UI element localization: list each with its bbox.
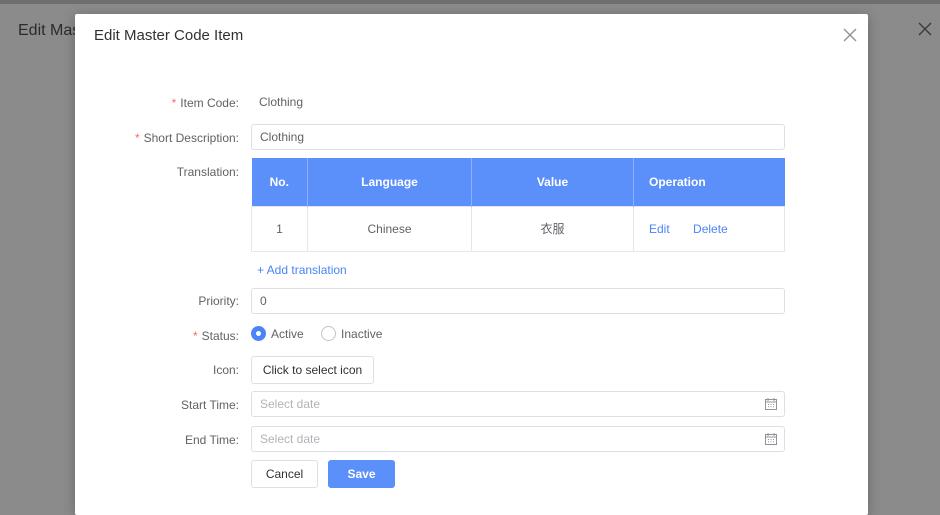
status-active-label: Active bbox=[271, 326, 304, 341]
cancel-button[interactable]: Cancel bbox=[251, 460, 318, 488]
column-header-operation: Operation bbox=[633, 158, 785, 206]
priority-label: Priority: bbox=[198, 294, 239, 308]
column-header-value: Value bbox=[471, 158, 634, 206]
short-description-label: * Short Description: bbox=[134, 131, 239, 145]
status-active-radio[interactable]: Active bbox=[251, 326, 304, 341]
select-icon-button[interactable]: Click to select icon bbox=[251, 356, 374, 384]
table-row: 1 Chinese 衣服 Edit Delete bbox=[251, 205, 785, 252]
status-inactive-radio[interactable]: Inactive bbox=[321, 326, 382, 341]
column-header-no: No. bbox=[251, 158, 308, 206]
required-marker: * bbox=[171, 96, 177, 110]
calendar-icon bbox=[765, 398, 777, 410]
close-icon[interactable] bbox=[840, 25, 860, 45]
dialog-title: Edit Master Code Item bbox=[94, 27, 244, 44]
required-marker: * bbox=[134, 131, 140, 145]
translation-label: Translation: bbox=[176, 165, 239, 179]
end-time-label: End Time: bbox=[184, 433, 239, 447]
item-code-value: Clothing bbox=[259, 95, 304, 109]
cell-language: Chinese bbox=[307, 205, 472, 252]
start-time-picker[interactable]: Select date bbox=[251, 391, 785, 417]
end-time-picker[interactable]: Select date bbox=[251, 426, 785, 452]
required-marker: * bbox=[192, 329, 198, 343]
calendar-icon bbox=[765, 433, 777, 445]
start-time-placeholder: Select date bbox=[260, 397, 321, 411]
cell-no: 1 bbox=[251, 205, 308, 252]
background-close-icon[interactable] bbox=[914, 18, 936, 40]
end-time-placeholder: Select date bbox=[260, 432, 321, 446]
icon-label: Icon: bbox=[212, 363, 239, 377]
save-button[interactable]: Save bbox=[328, 460, 395, 488]
radio-unchecked-icon bbox=[321, 326, 337, 341]
column-header-language: Language bbox=[307, 158, 472, 206]
edit-master-code-item-dialog: Edit Master Code Item * Item Code: Clothi… bbox=[75, 14, 868, 515]
status-radio-group: Active Inactive bbox=[251, 326, 396, 344]
item-code-label: * Item Code: bbox=[171, 96, 239, 110]
edit-translation-link[interactable]: Edit bbox=[649, 222, 670, 236]
background-dialog-title: Edit Mas bbox=[18, 22, 81, 39]
cell-operation: Edit Delete bbox=[633, 205, 785, 252]
priority-input[interactable]: 0 bbox=[251, 288, 785, 314]
status-inactive-label: Inactive bbox=[341, 326, 383, 341]
radio-checked-icon bbox=[251, 326, 266, 341]
delete-translation-link[interactable]: Delete bbox=[693, 222, 728, 236]
translation-table: No. Language Value Operation 1 Chinese 衣… bbox=[251, 158, 785, 252]
short-description-input[interactable]: Clothing bbox=[251, 124, 785, 150]
table-header-row: No. Language Value Operation bbox=[251, 158, 785, 206]
start-time-label: Start Time: bbox=[180, 398, 239, 412]
status-label: * Status: bbox=[192, 329, 239, 343]
add-translation-link[interactable]: + Add translation bbox=[257, 263, 347, 277]
cell-value: 衣服 bbox=[471, 205, 634, 252]
